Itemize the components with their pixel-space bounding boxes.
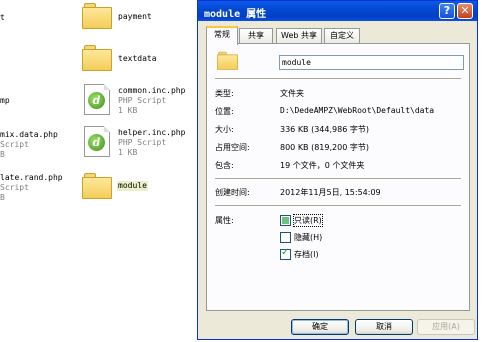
size-on-disk-value: 800 KB (819,200 字节) [280, 143, 369, 152]
tab-web-sharing[interactable]: Web 共享 [276, 28, 322, 43]
properties-dialog: module 属性 ? ✕ 常规 共享 Web 共享 自定义 module 类型… [197, 0, 478, 340]
dialog-title: module 属性 [204, 9, 267, 20]
php-file-icon: d [84, 84, 110, 115]
size-label: 大小: [215, 125, 234, 134]
tab-general[interactable]: 常规 [206, 26, 238, 45]
created-value: 2012年11月5日, 15:54:09 [280, 188, 381, 197]
cancel-button[interactable]: 取消 [355, 319, 413, 335]
contains-label: 包含: [215, 161, 234, 170]
tab-sharing[interactable]: 共享 [239, 28, 273, 43]
file-size: 1 KB [118, 106, 138, 115]
type-value: 文件夹 [280, 89, 304, 98]
contains-value: 19 个文件，0 个文件夹 [280, 161, 365, 170]
size-value: 336 KB (344,986 字节) [280, 125, 369, 134]
file-size-partial: B [0, 193, 5, 202]
help-icon: ? [443, 4, 451, 17]
location-value: D:\DedeAMPZ\WebRoot\Default\data [280, 106, 435, 115]
tab-customize[interactable]: 自定义 [324, 28, 360, 43]
folder-icon [217, 51, 238, 70]
apply-button[interactable]: 应用(A) [417, 319, 475, 335]
size-on-disk-label: 占用空间: [215, 143, 250, 152]
close-button[interactable]: ✕ [457, 3, 473, 19]
divider [215, 78, 461, 79]
hidden-checkbox[interactable] [280, 232, 291, 243]
archive-checkbox[interactable] [280, 247, 291, 260]
file-name: module [117, 181, 148, 191]
divider [215, 178, 461, 179]
file-name-partial: t [0, 13, 5, 22]
general-panel: module 类型: 文件夹 位置: D:\DedeAMPZ\WebRoot\D… [206, 43, 470, 311]
attributes-label: 属性: [215, 216, 234, 225]
file-size-partial: B [0, 150, 5, 159]
folder-name-input[interactable]: module [279, 55, 464, 70]
title-bar[interactable]: module 属性 ? ✕ [198, 1, 477, 21]
folder-icon [82, 172, 112, 199]
location-label: 位置: [215, 107, 234, 116]
ok-button[interactable]: 确定 [291, 319, 349, 335]
file-size: 1 KB [118, 148, 138, 157]
type-label: 类型: [215, 89, 234, 98]
file-type: PHP Script [118, 138, 167, 147]
folder-icon [82, 44, 112, 71]
archive-label[interactable]: 存档(I) [294, 249, 319, 260]
file-name: payment [118, 12, 152, 21]
created-label: 创建时间: [215, 188, 250, 197]
file-name: helper.inc.php [118, 128, 186, 137]
readonly-label[interactable]: 只读(R) [293, 214, 323, 227]
divider [215, 205, 461, 206]
file-name-partial: late.rand.php [0, 173, 63, 182]
file-type-partial: Script [0, 183, 29, 192]
file-name-partial: mix.data.php [0, 130, 58, 139]
file-name: textdata [118, 54, 157, 63]
hidden-label[interactable]: 隐藏(H) [294, 232, 322, 243]
file-type-partial: Script [0, 140, 29, 149]
folder-icon [82, 2, 112, 29]
file-type: PHP Script [118, 96, 167, 105]
file-name-partial: mp [0, 96, 10, 105]
close-icon: ✕ [460, 4, 470, 17]
file-name: common.inc.php [118, 86, 186, 95]
readonly-checkbox[interactable] [280, 215, 291, 226]
php-file-icon: d [84, 126, 110, 157]
help-button[interactable]: ? [439, 3, 455, 19]
